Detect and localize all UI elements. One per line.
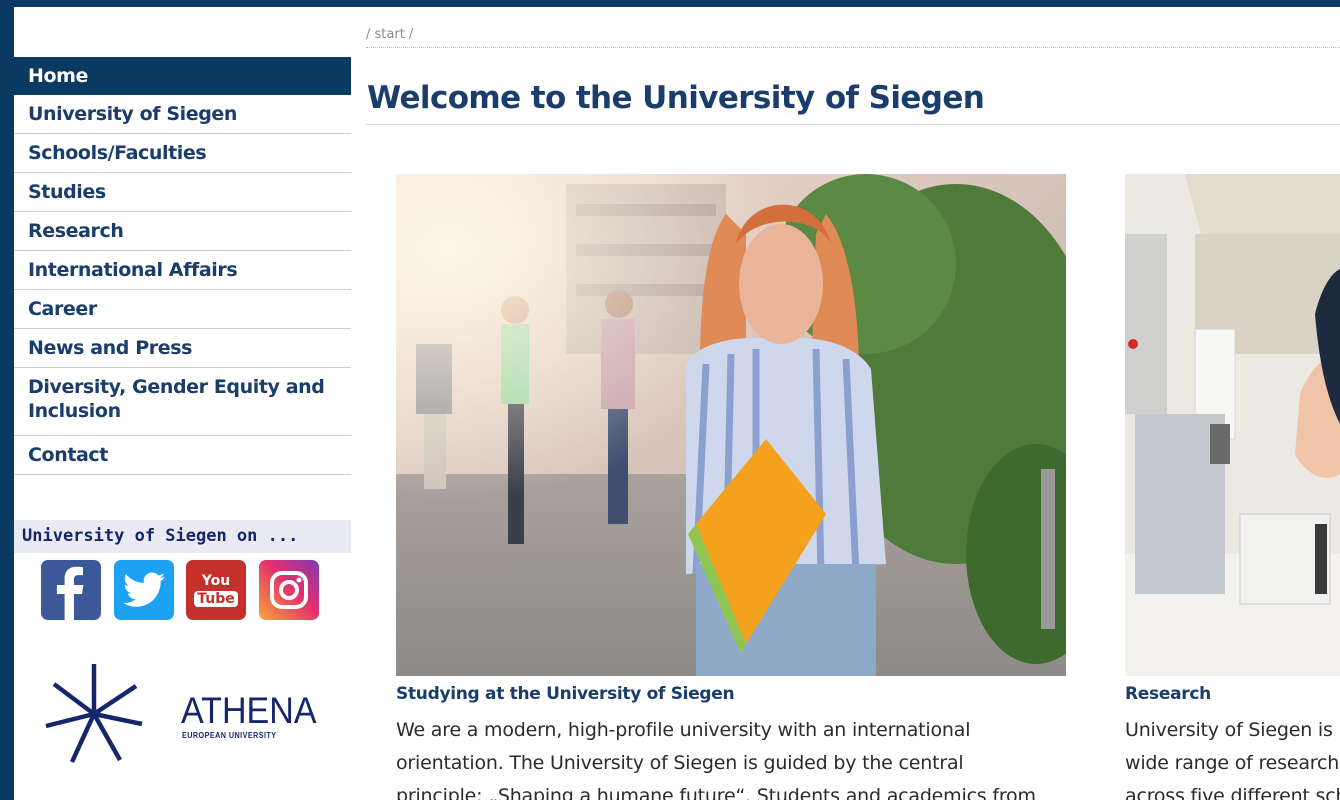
main-navigation: Home University of Siegen Schools/Facult… [14,57,351,475]
nav-item-research[interactable]: Research [14,212,351,251]
top-frame-bar [0,0,1340,7]
nav-item-career[interactable]: Career [14,290,351,329]
teaser-text-research: University of Siegen is wide range of re… [1125,714,1340,800]
teaser-text-line: across five different sch [1125,785,1340,800]
breadcrumb-divider [366,47,1340,48]
student-photo[interactable] [396,174,1066,676]
youtube-icon[interactable]: You Tube [186,560,246,620]
left-frame-bar [0,0,14,800]
athena-wordmark: ATHENA [181,690,317,731]
nav-item-schools-faculties[interactable]: Schools/Faculties [14,134,351,173]
teaser-text-line: University of Siegen is [1125,719,1333,741]
nav-item-home[interactable]: Home [14,57,351,95]
nav-item-university-of-siegen[interactable]: University of Siegen [14,95,351,134]
teaser-text-line: orientation. The University of Siegen is… [396,752,964,774]
facebook-icon[interactable] [41,560,101,620]
nav-item-diversity[interactable]: Diversity, Gender Equity and Inclusion [14,368,351,436]
youtube-icon-bottom-text: Tube [194,591,238,607]
sidebar: Home University of Siegen Schools/Facult… [14,7,351,800]
athena-subtitle: EUROPEAN UNIVERSITY [182,731,277,740]
breadcrumb[interactable]: / start / [366,27,413,42]
youtube-icon-top-text: You [201,573,231,589]
teaser-title-research[interactable]: Research [1125,684,1211,704]
main-content: / start / Welcome to the University of S… [351,7,1340,800]
teaser-text-line: wide range of research [1125,752,1340,774]
instagram-icon[interactable] [259,560,319,620]
athena-star-icon [45,664,143,763]
teaser-text-studying: We are a modern, high-profile university… [396,714,1036,800]
teaser-title-studying[interactable]: Studying at the University of Siegen [396,684,735,704]
nav-item-news-and-press[interactable]: News and Press [14,329,351,368]
nav-item-studies[interactable]: Studies [14,173,351,212]
title-divider [366,124,1340,125]
nav-item-international-affairs[interactable]: International Affairs [14,251,351,290]
research-photo[interactable] [1125,174,1340,676]
twitter-icon[interactable] [114,560,174,620]
nav-item-contact[interactable]: Contact [14,436,351,475]
social-media-heading: University of Siegen on ... [14,520,351,553]
teaser-text-line: We are a modern, high-profile university… [396,719,971,741]
page-title: Welcome to the University of Siegen [367,80,985,116]
teaser-text-line: principle: „Shaping a humane future“. St… [396,785,1036,800]
